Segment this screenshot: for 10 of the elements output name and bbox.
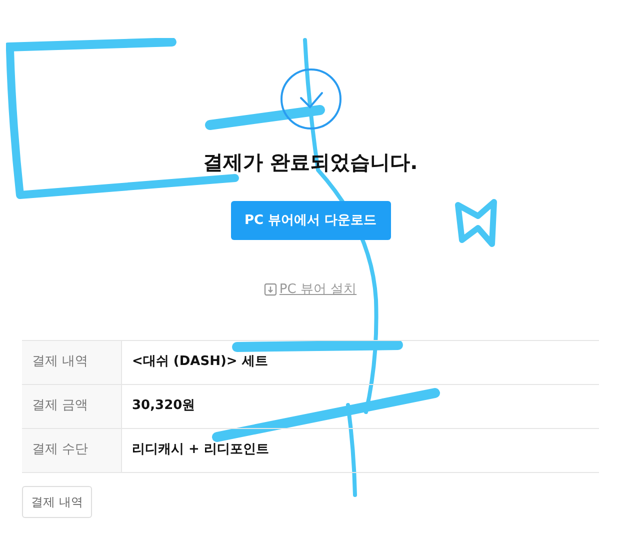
detail-label: 결제 금액 [22,384,122,428]
detail-value: 리디캐시 + 리디포인트 [131,441,269,460]
download-icon [264,283,278,296]
detail-value: 30,320원 [131,397,196,416]
check-circle-icon [280,68,342,130]
detail-label: 결제 수단 [22,428,122,472]
payment-history-button[interactable]: 결제 내역 [22,486,92,518]
detail-label: 결제 내역 [22,340,122,384]
download-button[interactable]: PC 뷰어에서 다운로드 [230,201,390,240]
detail-value: <대쉬 (DASH)> 세트 [131,353,268,372]
